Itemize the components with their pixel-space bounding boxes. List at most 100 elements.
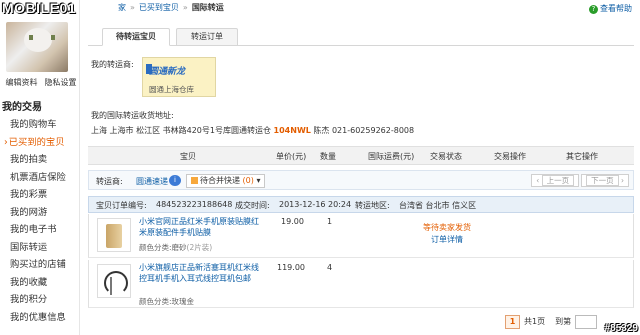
region-label: 转运地区: xyxy=(355,201,390,210)
page-input[interactable] xyxy=(575,314,598,329)
avatar[interactable] xyxy=(6,22,68,72)
forwarder-row-label: 转运商: xyxy=(96,177,123,186)
sidebar-item-shops[interactable]: 购买过的店铺 xyxy=(0,256,80,274)
product-variant: 颜色分类:磨砂(2片装) xyxy=(139,242,212,253)
sidebar-item-travel[interactable]: 机票酒店保险 xyxy=(0,169,80,187)
breadcrumb-prev[interactable]: 家 xyxy=(118,3,126,12)
sidebar-item-label: 机票酒店保险 xyxy=(10,171,66,183)
merge-label: 待合并快递 xyxy=(200,176,240,185)
sidebar-item-label: 我的购物车 xyxy=(10,119,57,130)
status-text: 等待卖家发货 xyxy=(423,223,471,232)
privacy-settings-link[interactable]: 隐私设置 xyxy=(45,77,77,88)
sidebar-item-ebooks[interactable]: 我的电子书 xyxy=(0,221,80,239)
help-link[interactable]: ? 查看帮助 xyxy=(589,3,632,14)
col-trade-action: 交易操作 xyxy=(494,152,526,161)
info-icon[interactable]: i xyxy=(169,175,181,186)
order-item: 小米官网正品红米手机原装贴膜红米原装配件手机贴膜 颜色分类:磨砂(2片装) 19… xyxy=(88,214,634,258)
col-trade-status: 交易状态 xyxy=(430,152,462,161)
total-pages: 共1页 xyxy=(524,317,546,326)
variant-value: 磨砂 xyxy=(171,243,187,252)
variant-value: 玫瑰金 xyxy=(171,297,195,306)
sidebar-item-label: 购买过的店铺 xyxy=(10,259,66,270)
merge-count: (0) xyxy=(242,176,254,185)
col-item: 宝贝 xyxy=(180,152,196,161)
sidebar-item-lottery[interactable]: 我的彩票 xyxy=(0,186,80,204)
sidebar: 编辑资料 隐私设置 我的交易 我的购物车 ›已买到的宝贝 我的拍卖 机票酒店保险… xyxy=(0,0,80,335)
col-other-action: 其它操作 xyxy=(566,152,598,161)
prev-page-label: 上一页 xyxy=(541,175,575,186)
help-circle-icon: ? xyxy=(589,5,598,14)
forwarder-logo[interactable]: 圆通新龙 圆通上海仓库 xyxy=(142,57,216,97)
quantity: 1 xyxy=(327,217,333,226)
trade-status: 等待卖家发货 订单详情 xyxy=(417,222,477,246)
tab-forward-orders[interactable]: 转运订单 xyxy=(176,28,238,46)
variant-label: 颜色分类: xyxy=(139,243,172,252)
sidebar-item-games[interactable]: 我的网游 xyxy=(0,204,80,222)
order-detail-link[interactable]: 订单详情 xyxy=(417,234,477,246)
current-page[interactable]: 1 xyxy=(505,314,520,329)
sidebar-item-label: 我的电子书 xyxy=(10,224,57,235)
sidebar-item-label: 我的收藏 xyxy=(10,276,48,288)
profile-links: 编辑资料 隐私设置 xyxy=(2,77,80,88)
sidebar-item-auction[interactable]: 我的拍卖 xyxy=(0,151,80,169)
goto-label: 到第 xyxy=(555,317,572,326)
chevron-down-icon: ▾ xyxy=(256,176,261,185)
sidebar-item-bought[interactable]: ›已买到的宝贝 xyxy=(0,134,80,152)
sidebar-item-label: 已买到的宝贝 xyxy=(8,136,65,148)
col-intl-shipping: 国际运费(元) xyxy=(368,152,415,161)
order-item: 小米旗舰店正品新活塞耳机红米线控耳机手机入耳式线控耳机包邮 颜色分类:玫瑰金 1… xyxy=(88,260,634,308)
edit-profile-link[interactable]: 编辑资料 xyxy=(6,77,38,88)
sidebar-item-label: 国际转运 xyxy=(10,241,48,253)
sidebar-item-label: 我的彩票 xyxy=(10,189,48,200)
breadcrumb: 家» 已买到宝贝» 国际转运 xyxy=(118,2,224,13)
address-code: 104NWL xyxy=(273,126,311,135)
breadcrumb-separator: » xyxy=(182,3,188,12)
col-price: 单价(元) xyxy=(276,152,307,161)
quantity: 4 xyxy=(327,263,333,272)
merge-icon xyxy=(191,177,198,184)
sidebar-menu: 我的购物车 ›已买到的宝贝 我的拍卖 机票酒店保险 我的彩票 我的网游 我的电子… xyxy=(0,116,80,326)
shipping-address: 上海 上海市 松江区 书林路420号1号库圆通转运仓 104NWL 陈杰 021… xyxy=(91,125,414,136)
sidebar-item-coupons[interactable]: 我的优惠信息 xyxy=(0,309,80,327)
order-number-label: 宝贝订单编号: xyxy=(96,201,147,210)
sidebar-item-label: 我的拍卖 xyxy=(10,154,48,165)
breadcrumb-separator: » xyxy=(130,3,135,12)
product-thumbnail[interactable] xyxy=(97,218,131,252)
address-contact: 陈杰 021-60259262-8008 xyxy=(313,126,415,135)
sidebar-item-label: 我的网游 xyxy=(10,206,48,218)
forwarder-row-value[interactable]: 圆通速递 xyxy=(136,176,168,187)
deal-time: 2013-12-16 20:24 xyxy=(279,200,352,209)
prev-page-button[interactable]: ‹ 上一页 xyxy=(531,174,580,187)
col-qty: 数量 xyxy=(320,152,336,161)
sidebar-item-points[interactable]: 我的积分 xyxy=(0,291,80,309)
forwarder-label: 我的转运商: xyxy=(91,60,134,69)
breadcrumb-link[interactable]: 已买到宝贝 xyxy=(139,3,179,12)
sidebar-item-label: 我的优惠信息 xyxy=(10,311,66,323)
forwarder-brand: 圆通新龙 xyxy=(149,67,186,77)
next-page-button[interactable]: 下一页 › xyxy=(581,174,629,187)
sidebar-item-favorites[interactable]: 我的收藏 xyxy=(0,274,80,292)
sidebar-item-cart[interactable]: 我的购物车 xyxy=(0,116,80,134)
order-number: 484523223188648 xyxy=(156,200,233,209)
top-pager: ‹ 上一页 下一页 › xyxy=(531,174,629,187)
region: 台湾省 台北市 信义区 xyxy=(399,201,477,210)
product-thumbnail[interactable] xyxy=(97,264,131,298)
active-bullet-icon: › xyxy=(4,136,8,148)
help-label: 查看帮助 xyxy=(600,4,632,13)
tab-pending-items[interactable]: 待转运宝贝 xyxy=(102,28,170,46)
product-title[interactable]: 小米官网正品红米手机原装贴膜红米原装配件手机贴膜 xyxy=(139,216,261,238)
unit-price: 19.00 xyxy=(281,217,304,226)
sidebar-item-forwarding[interactable]: 国际转运 xyxy=(0,239,80,257)
next-page-label: 下一页 xyxy=(586,175,619,186)
forwarder-caption: 圆通上海仓库 xyxy=(149,85,194,94)
variant-note: (2片装) xyxy=(186,243,213,252)
merge-dropdown[interactable]: 待合并快递 (0) ▾ xyxy=(186,174,266,188)
address-text: 上海 上海市 松江区 书林路420号1号库圆通转运仓 xyxy=(91,126,271,135)
forwarder-row: 转运商: 圆通速递 i 待合并快递 (0) ▾ ‹ 上一页 下一页 › xyxy=(88,170,634,190)
product-variant: 颜色分类:玫瑰金 xyxy=(139,296,194,307)
tab-bar: 待转运宝贝 转运订单 xyxy=(88,28,634,46)
order-header: 宝贝订单编号: 484523223188648 成交时间: 2013-12-16… xyxy=(88,196,634,213)
address-label: 我的国际转运收货地址: xyxy=(91,111,174,120)
deal-time-label: 成交时间: xyxy=(235,201,270,210)
product-title[interactable]: 小米旗舰店正品新活塞耳机红米线控耳机手机入耳式线控耳机包邮 xyxy=(139,262,261,284)
